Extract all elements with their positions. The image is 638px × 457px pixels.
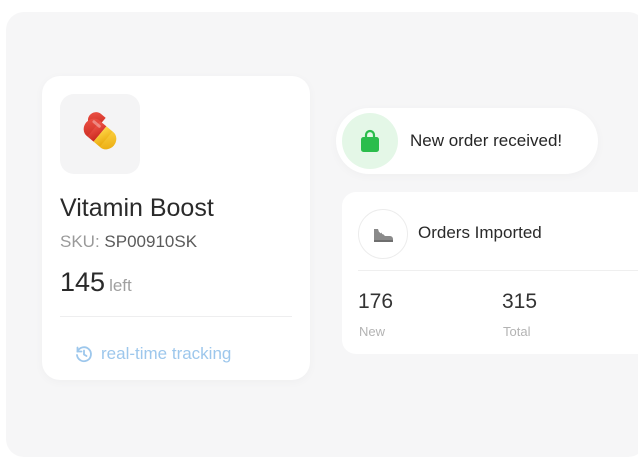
order-notification[interactable]: New order received!	[336, 108, 598, 174]
notification-icon-badge	[342, 113, 398, 169]
sku-value: SP00910SK	[104, 232, 198, 251]
orders-title: Orders Imported	[418, 223, 542, 242]
tracking-link[interactable]: real-time tracking	[74, 344, 231, 364]
product-image	[60, 94, 140, 174]
stat-total-value: 315	[502, 290, 538, 313]
stat-new-value: 176	[358, 290, 394, 313]
stock-unit: left	[109, 276, 132, 295]
orders-icon-badge	[358, 209, 408, 259]
shoe-icon	[374, 229, 393, 242]
history-clock-icon	[76, 346, 92, 363]
divider	[60, 316, 292, 317]
product-sku: SKU: SP00910SK	[60, 232, 197, 252]
product-name: Vitamin Boost	[60, 194, 214, 222]
stock-level: 145 left	[60, 267, 132, 298]
stock-count: 145	[60, 267, 106, 297]
tracking-label: real-time tracking	[101, 344, 232, 363]
orders-card[interactable]: Orders Imported 176 New 315 Total	[342, 192, 638, 354]
notification-text: New order received!	[410, 131, 563, 150]
sku-label: SKU:	[60, 232, 100, 251]
divider	[358, 270, 638, 271]
stat-total-label: Total	[503, 324, 531, 339]
stat-new-label: New	[359, 324, 386, 339]
pill-icon	[83, 112, 117, 150]
product-card[interactable]: Vitamin Boost SKU: SP00910SK 145 left rea…	[42, 76, 310, 380]
shopping-bag-icon	[361, 129, 379, 152]
